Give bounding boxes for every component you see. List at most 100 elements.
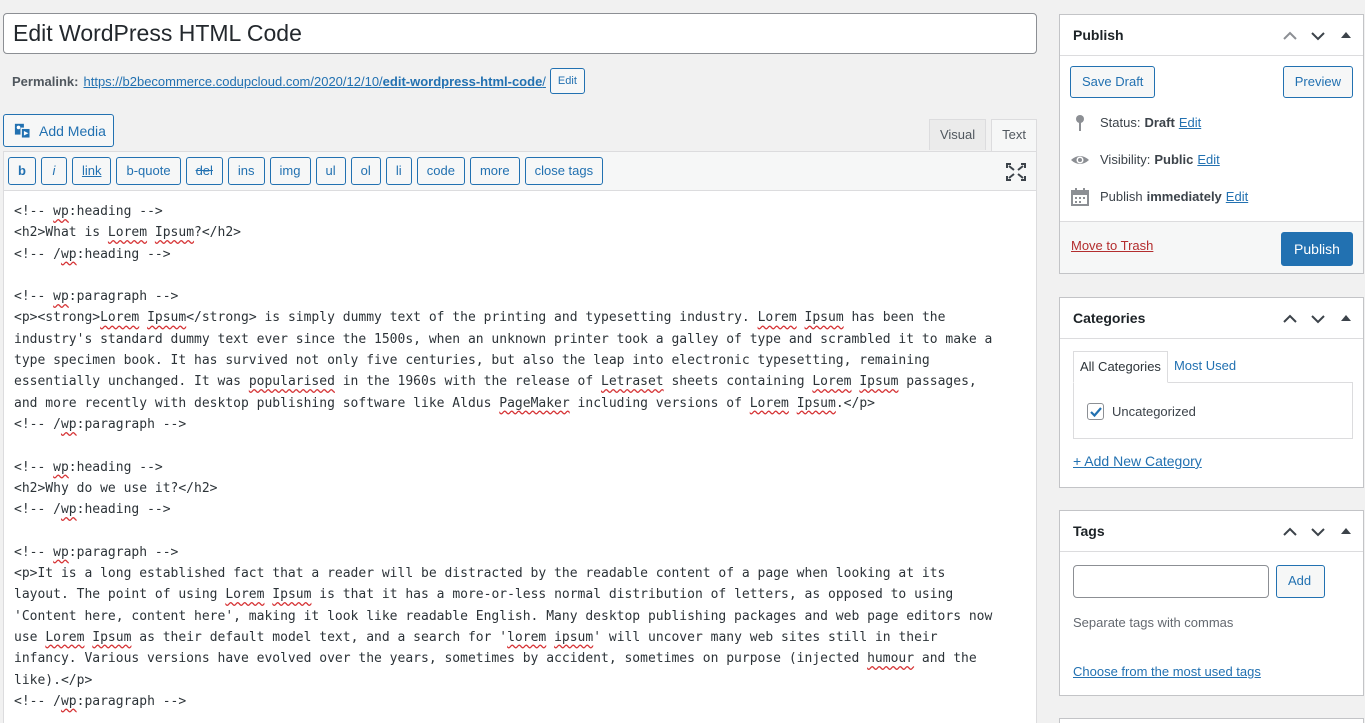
code-line: like).</p>: [14, 672, 93, 688]
next-box-edge: [1059, 718, 1364, 723]
save-draft-button[interactable]: Save Draft: [1070, 66, 1156, 98]
permalink-label: Permalink:: [12, 73, 79, 89]
quicktag-more-button[interactable]: more: [469, 157, 520, 185]
move-down-icon[interactable]: [1309, 523, 1327, 541]
visibility-value: Public: [1154, 152, 1194, 167]
quicktag-img-button[interactable]: img: [269, 157, 311, 185]
tags-box: Tags Add Separate tags with commas Choos…: [1059, 510, 1364, 696]
choose-most-used-tags-link[interactable]: Choose from the most used tags: [1073, 664, 1261, 679]
category-tabs: All Categories Most Used: [1073, 351, 1242, 383]
toggle-panel-icon[interactable]: [1337, 310, 1355, 328]
publish-box-controls: [1281, 27, 1355, 45]
schedule-edit-link[interactable]: Edit: [1226, 189, 1248, 204]
add-tag-button[interactable]: Add: [1276, 565, 1325, 598]
tag-input[interactable]: [1073, 565, 1269, 598]
publish-actions: Save Draft Preview: [1060, 56, 1363, 98]
tab-most-used[interactable]: Most Used: [1168, 351, 1242, 383]
quicktag-bold-button[interactable]: b: [8, 157, 36, 185]
add-media-label: Add Media: [39, 122, 106, 139]
move-down-icon[interactable]: [1309, 27, 1327, 45]
status-value: Draft: [1144, 115, 1175, 130]
code-line: <p><strong>Lorem Ipsum</strong> is simpl…: [14, 310, 946, 326]
schedule-value: immediately: [1146, 189, 1222, 204]
code-line: layout. The point of using Lorem Ipsum i…: [14, 587, 954, 603]
code-line: <!-- /wp:heading -->: [14, 502, 171, 518]
calendar-icon: [1071, 187, 1089, 206]
status-label: Status:: [1100, 115, 1141, 130]
visibility-label: Visibility:: [1100, 152, 1151, 167]
code-line: <!-- /wp:paragraph -->: [14, 693, 187, 709]
code-line: industry's standard dummy text ever sinc…: [14, 331, 993, 347]
html-code-textarea[interactable]: <!-- wp:heading --> <h2>What is Lorem Ips…: [4, 191, 1036, 722]
permalink-slug: edit-wordpress-html-code: [382, 73, 543, 89]
media-icon: [14, 123, 31, 139]
publish-box-header: Publish: [1060, 15, 1363, 56]
preview-button[interactable]: Preview: [1282, 66, 1353, 98]
visibility-edit-link[interactable]: Edit: [1197, 152, 1219, 167]
status-edit-link[interactable]: Edit: [1179, 115, 1201, 130]
code-line: use Lorem Ipsum as their default model t…: [14, 629, 938, 645]
permalink-trail: /: [542, 73, 546, 89]
quicktag-link-button[interactable]: link: [71, 157, 112, 185]
code-line: <!-- wp:paragraph -->: [14, 289, 179, 305]
tab-all-categories[interactable]: All Categories: [1073, 351, 1168, 383]
publish-button[interactable]: Publish: [1281, 232, 1353, 266]
move-to-trash-link[interactable]: Move to Trash: [1071, 238, 1153, 253]
pin-icon: [1076, 114, 1084, 131]
publish-box: Publish Save Draft Preview Status: Draft…: [1059, 14, 1364, 274]
code-line: <!-- wp:heading -->: [14, 204, 163, 219]
post-title-input[interactable]: Edit WordPress HTML Code: [3, 13, 1037, 54]
categories-box-header: Categories: [1060, 298, 1363, 339]
permalink-link[interactable]: https://b2becommerce.codupcloud.com/2020…: [83, 74, 545, 89]
code-line: type specimen book. It has survived not …: [14, 353, 930, 369]
fullscreen-icon[interactable]: [1006, 163, 1026, 181]
category-item[interactable]: Uncategorized: [1087, 403, 1196, 420]
code-line: <h2>What is Lorem Ipsum?</h2>: [14, 225, 241, 241]
quicktag-ul-button[interactable]: ul: [315, 157, 346, 185]
toggle-panel-icon[interactable]: [1337, 27, 1355, 45]
category-checklist: Uncategorized: [1073, 382, 1353, 439]
tags-box-title: Tags: [1073, 523, 1105, 539]
quicktag-del-button[interactable]: del: [185, 157, 223, 185]
toggle-panel-icon[interactable]: [1337, 523, 1355, 541]
quicktag-ins-button[interactable]: ins: [227, 157, 265, 185]
quicktag-italic-button[interactable]: i: [40, 157, 67, 185]
category-label: Uncategorized: [1112, 404, 1196, 419]
move-up-icon[interactable]: [1281, 310, 1299, 328]
publish-footer: Move to Trash Publish: [1060, 221, 1363, 273]
quicktag-ol-button[interactable]: ol: [350, 157, 381, 185]
code-line: <h2>Why do we use it?</h2>: [14, 480, 218, 496]
quicktag-li-button[interactable]: li: [385, 157, 412, 185]
quicktag-code-button[interactable]: code: [416, 157, 465, 185]
add-media-button[interactable]: Add Media: [3, 114, 114, 147]
move-up-icon[interactable]: [1281, 27, 1299, 45]
categories-box-controls: [1281, 310, 1355, 328]
code-line: 'Content here, content here', making it …: [14, 608, 993, 624]
code-line: essentially unchanged. It was popularise…: [14, 374, 977, 390]
tab-text[interactable]: Text: [991, 119, 1037, 151]
move-down-icon[interactable]: [1309, 310, 1327, 328]
permalink-edit-button[interactable]: Edit: [549, 68, 585, 94]
code-line: <!-- wp:heading -->: [14, 459, 163, 475]
category-checkbox[interactable]: [1087, 403, 1104, 420]
quicktags-toolbar: b i link b-quote del ins img ul ol li co…: [4, 152, 1036, 191]
quicktag-close-tags-button[interactable]: close tags: [524, 157, 604, 185]
move-up-icon[interactable]: [1281, 523, 1299, 541]
schedule-label: Publish: [1100, 189, 1143, 204]
visibility-row: Visibility: Public Edit: [1060, 141, 1363, 178]
eye-icon: [1071, 155, 1089, 164]
quicktag-blockquote-button[interactable]: b-quote: [116, 157, 181, 185]
text-editor: b i link b-quote del ins img ul ol li co…: [3, 151, 1037, 723]
code-line: <!-- /wp:heading -->: [14, 246, 171, 262]
categories-box-title: Categories: [1073, 310, 1146, 326]
tab-visual[interactable]: Visual: [928, 119, 987, 150]
publish-box-title: Publish: [1073, 27, 1124, 43]
tags-box-header: Tags: [1060, 511, 1363, 552]
schedule-row: Publish immediately Edit: [1060, 178, 1363, 215]
add-new-category-link[interactable]: + Add New Category: [1073, 453, 1202, 469]
checkmark-icon: [1090, 407, 1102, 418]
code-line: <!-- wp:paragraph -->: [14, 544, 179, 560]
code-line: <!-- /wp:paragraph -->: [14, 416, 187, 432]
